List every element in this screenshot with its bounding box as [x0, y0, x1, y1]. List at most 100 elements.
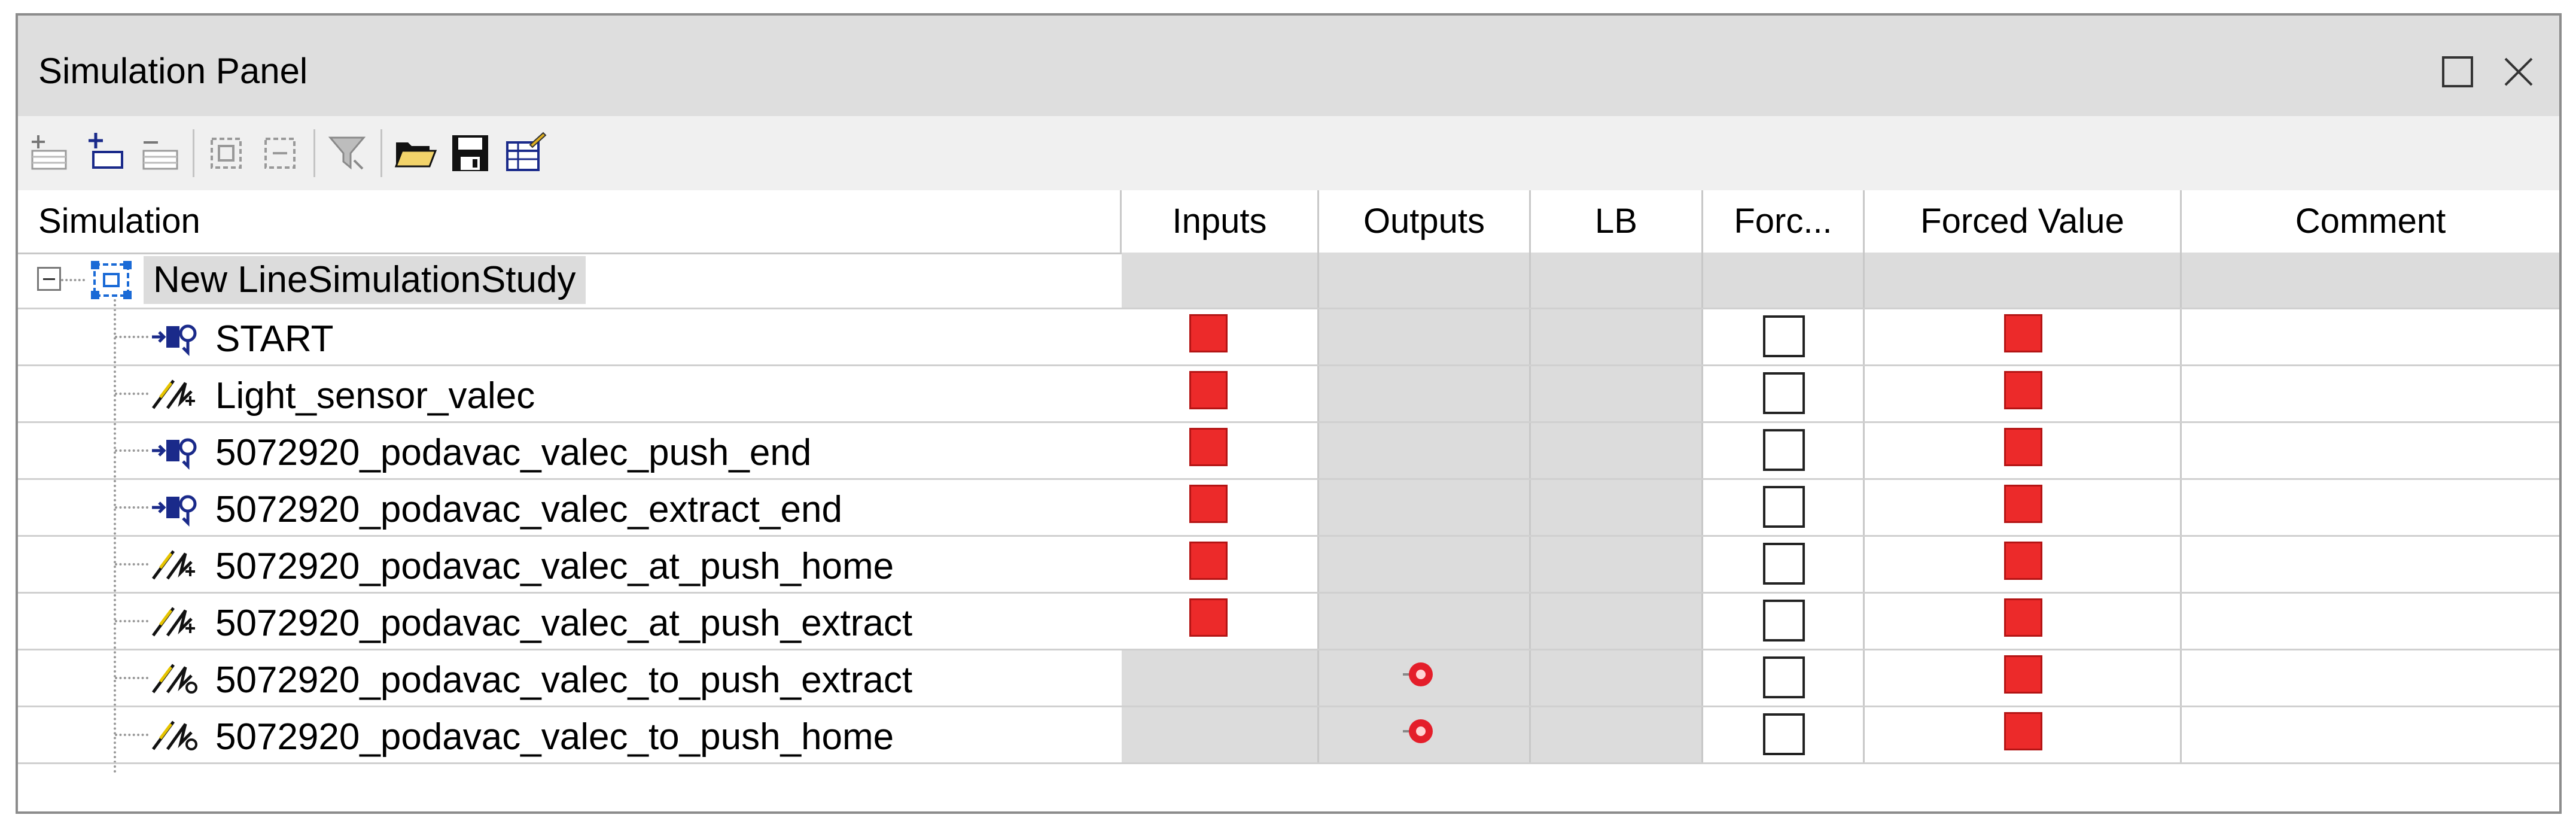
- group-icon[interactable]: [203, 130, 249, 176]
- forced-cell: [1703, 707, 1865, 762]
- remove-signal-icon[interactable]: [138, 130, 183, 176]
- inputs-cell: [1122, 537, 1319, 592]
- outputs-cell: [1319, 366, 1531, 421]
- column-header-lb[interactable]: LB: [1531, 190, 1703, 253]
- lb-cell: [1531, 707, 1703, 762]
- force-checkbox[interactable]: [1763, 543, 1805, 585]
- close-icon[interactable]: [2501, 54, 2537, 90]
- outputs-cell: [1319, 594, 1531, 649]
- toolbar: [18, 116, 2559, 192]
- forced-value-indicator[interactable]: [2004, 428, 2042, 466]
- tree-connector: [115, 563, 148, 565]
- forced-cell: [1703, 423, 1865, 478]
- column-header-outputs[interactable]: Outputs: [1319, 190, 1531, 253]
- table-row[interactable]: Light_sensor_valec: [18, 366, 2559, 423]
- title-bar: Simulation Panel: [18, 16, 2559, 116]
- forced-value-cell: [1865, 423, 2182, 478]
- tree-connector: [61, 279, 85, 281]
- output-state-led[interactable]: [1403, 658, 1436, 691]
- column-header-comment[interactable]: Comment: [2182, 190, 2559, 253]
- column-header-inputs[interactable]: Inputs: [1122, 190, 1319, 253]
- add-signal-icon[interactable]: [26, 130, 72, 176]
- comment-cell: [2182, 253, 2559, 308]
- tree-connector: [115, 449, 148, 452]
- maximize-icon[interactable]: [2440, 54, 2475, 90]
- table-row[interactable]: 5072920_podavac_valec_extract_end: [18, 480, 2559, 537]
- force-checkbox[interactable]: [1763, 372, 1805, 414]
- lb-cell: [1531, 537, 1703, 592]
- tree-root-label[interactable]: New LineSimulationStudy: [144, 256, 586, 304]
- collapse-toggle-icon[interactable]: [37, 267, 61, 291]
- sensor-signal-icon: [151, 550, 195, 580]
- edit-table-icon[interactable]: [503, 130, 548, 176]
- comment-cell[interactable]: [2182, 537, 2559, 592]
- outputs-cell: [1319, 480, 1531, 535]
- force-checkbox[interactable]: [1763, 486, 1805, 528]
- tree-root-row[interactable]: New LineSimulationStudy: [18, 253, 2559, 309]
- forced-value-indicator[interactable]: [2004, 485, 2042, 523]
- forced-cell: [1703, 650, 1865, 706]
- comment-cell[interactable]: [2182, 480, 2559, 535]
- force-checkbox[interactable]: [1763, 713, 1805, 755]
- forced-value-indicator[interactable]: [2004, 371, 2042, 409]
- comment-cell[interactable]: [2182, 309, 2559, 364]
- comment-cell[interactable]: [2182, 366, 2559, 421]
- forced-cell: [1703, 480, 1865, 535]
- comment-cell[interactable]: [2182, 707, 2559, 762]
- forced-value-cell: [1865, 480, 2182, 535]
- toolbar-separator: [313, 129, 315, 177]
- panel-title: Simulation Panel: [38, 51, 308, 91]
- table-row[interactable]: 5072920_podavac_valec_at_push_home: [18, 537, 2559, 594]
- column-header-forced[interactable]: Forc...: [1703, 190, 1865, 253]
- comment-cell[interactable]: [2182, 650, 2559, 706]
- force-checkbox[interactable]: [1763, 656, 1805, 698]
- column-header-row: Simulation Inputs Outputs LB Forc... For…: [18, 190, 2559, 254]
- forced-value-indicator[interactable]: [2004, 598, 2042, 637]
- lb-cell: [1531, 594, 1703, 649]
- input-state-indicator[interactable]: [1189, 371, 1228, 409]
- inputs-cell: [1122, 594, 1319, 649]
- table-row[interactable]: 5072920_podavac_valec_to_push_home: [18, 707, 2559, 764]
- tree-connector: [115, 620, 148, 622]
- inputs-cell: [1122, 650, 1319, 706]
- lb-cell: [1531, 423, 1703, 478]
- forced-value-cell: [1865, 650, 2182, 706]
- forced-cell: [1703, 309, 1865, 364]
- input-state-indicator[interactable]: [1189, 485, 1228, 523]
- output-state-led[interactable]: [1403, 714, 1436, 748]
- input-state-indicator[interactable]: [1189, 314, 1228, 352]
- forced-cell: [1703, 253, 1865, 308]
- comment-cell[interactable]: [2182, 423, 2559, 478]
- comment-cell[interactable]: [2182, 594, 2559, 649]
- column-header-simulation[interactable]: Simulation: [18, 190, 1122, 253]
- forced-value-indicator[interactable]: [2004, 655, 2042, 694]
- filter-icon[interactable]: [324, 130, 370, 176]
- tree-connector: [115, 734, 148, 736]
- open-folder-icon[interactable]: [392, 130, 438, 176]
- forced-value-indicator[interactable]: [2004, 542, 2042, 580]
- column-header-forced-value[interactable]: Forced Value: [1865, 190, 2182, 253]
- input-state-indicator[interactable]: [1189, 598, 1228, 637]
- table-row[interactable]: 5072920_podavac_valec_push_end: [18, 423, 2559, 480]
- table-row[interactable]: 5072920_podavac_valec_to_push_extract: [18, 650, 2559, 707]
- forced-value-indicator[interactable]: [2004, 314, 2042, 352]
- table-row[interactable]: START: [18, 309, 2559, 366]
- ungroup-icon[interactable]: [257, 130, 303, 176]
- add-device-icon[interactable]: [84, 130, 129, 176]
- forced-cell: [1703, 537, 1865, 592]
- toolbar-separator: [193, 129, 194, 177]
- sensor-signal-icon: [151, 607, 195, 637]
- input-device-icon: [152, 438, 197, 470]
- input-state-indicator[interactable]: [1189, 542, 1228, 580]
- save-icon[interactable]: [447, 130, 493, 176]
- inputs-cell: [1122, 423, 1319, 478]
- force-checkbox[interactable]: [1763, 600, 1805, 641]
- force-checkbox[interactable]: [1763, 315, 1805, 357]
- table-row[interactable]: 5072920_podavac_valec_at_push_extract: [18, 594, 2559, 650]
- lb-cell: [1531, 253, 1703, 308]
- forced-value-indicator[interactable]: [2004, 712, 2042, 750]
- input-state-indicator[interactable]: [1189, 428, 1228, 466]
- signal-label: 5072920_podavac_valec_extract_end: [215, 489, 842, 530]
- toolbar-separator: [380, 129, 382, 177]
- force-checkbox[interactable]: [1763, 429, 1805, 471]
